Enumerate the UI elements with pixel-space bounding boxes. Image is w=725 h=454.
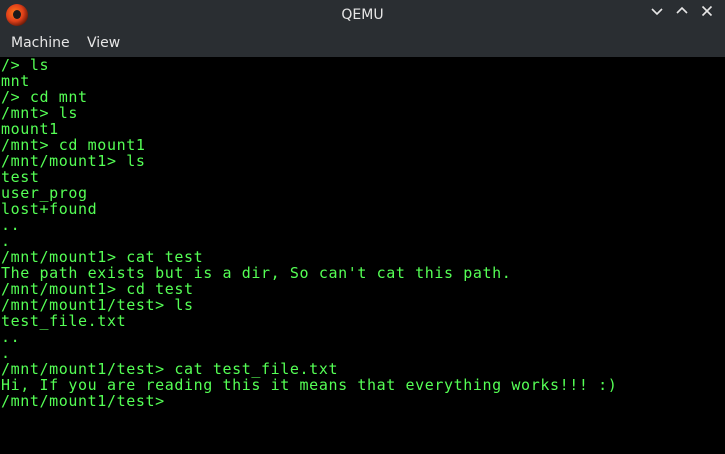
chevron-down-icon <box>651 8 663 16</box>
terminal-line: test_file.txt <box>1 312 127 330</box>
terminal-line: .. <box>1 216 21 234</box>
terminal-line: /> cd mnt <box>1 88 88 106</box>
terminal-prompt: /mnt/mount1/test> <box>1 392 165 410</box>
terminal-line: /mnt/mount1> ls <box>1 152 146 170</box>
close-button[interactable] <box>697 5 717 25</box>
terminal-line: lost+found <box>1 200 98 218</box>
title-bar[interactable]: QEMU <box>0 0 725 30</box>
chevron-up-icon <box>676 6 688 14</box>
close-icon <box>701 5 713 17</box>
terminal-line: mount1 <box>1 120 59 138</box>
terminal-line: /mnt> cd mount1 <box>1 136 146 154</box>
terminal-line: Hi, If you are reading this it means tha… <box>1 376 618 394</box>
terminal-line: /mnt> ls <box>1 104 79 122</box>
terminal-line: test <box>1 168 40 186</box>
menu-view[interactable]: View <box>87 30 120 57</box>
menu-machine[interactable]: Machine <box>11 30 70 57</box>
guest-display[interactable]: /> ls mnt /> cd mnt /mnt> ls mount1 /mnt… <box>0 57 725 454</box>
menu-bar: Machine View <box>0 30 725 57</box>
terminal-line: /mnt/mount1> cat test <box>1 248 204 266</box>
terminal-line: The path exists but is a dir, So can't c… <box>1 264 512 282</box>
terminal-line: /mnt/mount1> cd test <box>1 280 194 298</box>
terminal-line: /mnt/mount1/test> cat test_file.txt <box>1 360 339 378</box>
window-title: QEMU <box>341 7 384 23</box>
terminal-line: /mnt/mount1/test> ls <box>1 296 194 314</box>
terminal-line: mnt <box>1 72 30 90</box>
terminal-line: .. <box>1 328 21 346</box>
terminal-line: /> ls <box>1 57 50 74</box>
minimize-button[interactable] <box>647 5 667 25</box>
qemu-window: QEMU Machine View /> ls mnt /> cd mnt /m… <box>0 0 725 454</box>
terminal-line: . <box>1 344 11 362</box>
terminal-line: user_prog <box>1 184 88 202</box>
maximize-button[interactable] <box>672 5 692 25</box>
terminal-line: . <box>1 232 11 250</box>
